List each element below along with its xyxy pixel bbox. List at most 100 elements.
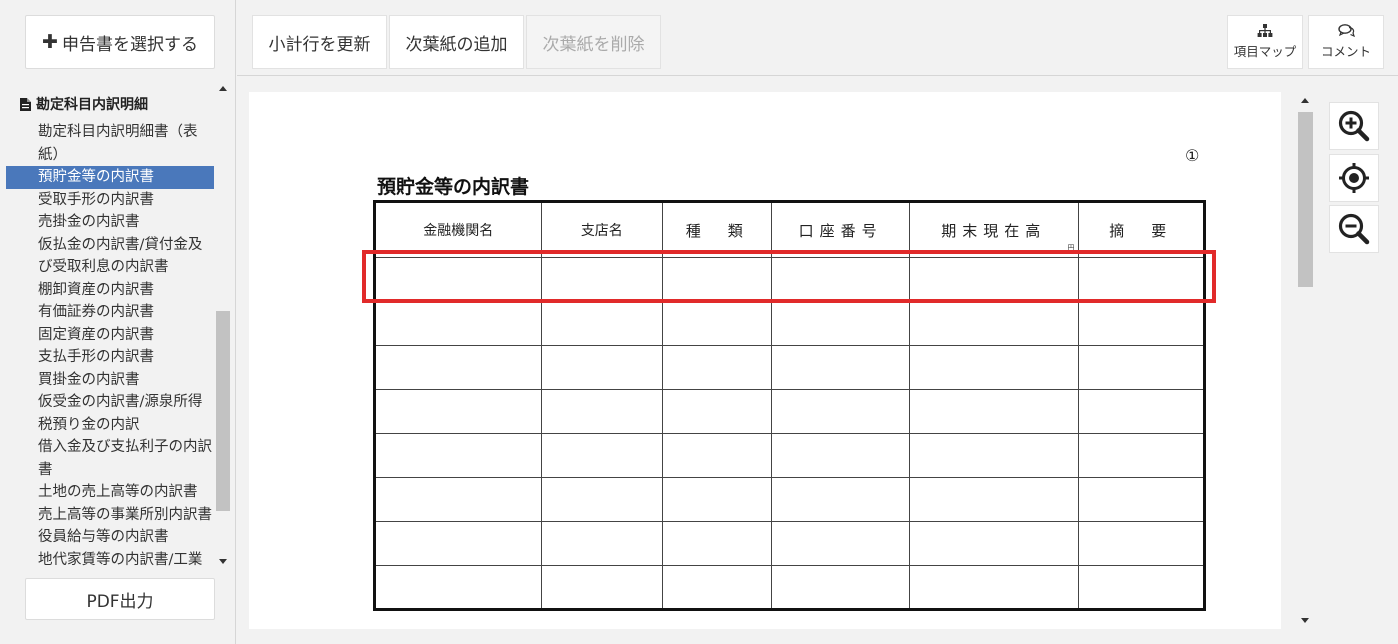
table-cell[interactable] <box>540 433 664 478</box>
tree-item[interactable]: 土地の売上高等の内訳書 <box>6 481 214 504</box>
delete-sheet-button[interactable]: 次葉紙を削除 <box>526 15 661 69</box>
table-cell[interactable] <box>908 389 1079 434</box>
table-cell[interactable] <box>1077 301 1206 346</box>
zoom-out-button[interactable] <box>1329 205 1379 253</box>
table-cell[interactable] <box>771 345 910 390</box>
select-form-label: 申告書を選択する <box>61 34 198 55</box>
select-form-button[interactable]: ✚ 申告書を選択する <box>25 15 215 69</box>
scroll-down-arrow-icon[interactable] <box>219 559 227 564</box>
comment-button[interactable]: コメント <box>1308 15 1384 69</box>
table-cell[interactable] <box>1077 257 1206 302</box>
table-row[interactable] <box>374 521 1206 566</box>
tree-item[interactable]: 役員給与等の内訳書 <box>6 526 214 549</box>
doc-scroll-up-arrow-icon[interactable] <box>1301 98 1309 103</box>
table-row[interactable] <box>374 389 1206 434</box>
tree-item[interactable]: 有価証券の内訳書 <box>6 301 214 324</box>
table-cell[interactable] <box>771 257 910 302</box>
table-cell[interactable] <box>662 433 773 478</box>
table-cell[interactable] <box>540 301 664 346</box>
table-cell[interactable] <box>771 389 910 434</box>
table-cell[interactable] <box>540 521 664 566</box>
table-cell[interactable] <box>1077 345 1206 390</box>
tree-item[interactable]: 預貯金等の内訳書 <box>6 166 214 189</box>
scroll-up-arrow-icon[interactable] <box>219 86 227 91</box>
document-icon <box>20 97 31 111</box>
table-cell[interactable] <box>662 345 773 390</box>
crosshair-icon <box>1339 163 1369 193</box>
table-cell[interactable] <box>374 301 542 346</box>
table-cell[interactable] <box>540 477 664 522</box>
table-row[interactable] <box>374 433 1206 478</box>
form-tree: 勘定科目内訳明細 勘定科目内訳明細書（表紙） 預貯金等の内訳書 受取手形の内訳書 売掛… <box>6 82 232 570</box>
document-scrollbar[interactable] <box>1295 92 1315 629</box>
table-cell[interactable] <box>908 345 1079 390</box>
tree-item[interactable]: 仮払金の内訳書/貸付金及び受取利息の内訳書 <box>6 234 214 279</box>
table-cell[interactable] <box>540 345 664 390</box>
tree-header[interactable]: 勘定科目内訳明細 <box>20 94 148 114</box>
table-cell[interactable] <box>908 433 1079 478</box>
table-cell[interactable] <box>540 257 664 302</box>
center-button[interactable] <box>1329 154 1379 202</box>
sidebar-scrollbar[interactable] <box>214 82 232 570</box>
tree-item[interactable]: 売掛金の内訳書 <box>6 211 214 234</box>
table-row[interactable] <box>374 301 1206 346</box>
document-title: 預貯金等の内訳書 <box>377 176 530 198</box>
table-cell[interactable] <box>1077 477 1206 522</box>
table-cell[interactable] <box>374 433 542 478</box>
tree-item[interactable]: 買掛金の内訳書 <box>6 369 214 392</box>
column-header-remarks: 摘 要 <box>1077 201 1206 258</box>
doc-scroll-down-arrow-icon[interactable] <box>1301 618 1309 623</box>
scroll-thumb[interactable] <box>216 311 230 511</box>
table-cell[interactable] <box>1077 389 1206 434</box>
table-cell[interactable] <box>1077 565 1206 610</box>
table-cell[interactable] <box>771 521 910 566</box>
sidebar: ✚ 申告書を選択する 勘定科目内訳明細 勘定科目内訳明細書（表紙） 預貯金等の内訳… <box>0 0 236 644</box>
doc-scroll-thumb[interactable] <box>1298 112 1313 287</box>
table-row[interactable] <box>374 257 1206 302</box>
tree-item[interactable]: 勘定科目内訳明細書（表紙） <box>6 121 214 166</box>
table-cell[interactable] <box>662 301 773 346</box>
table-cell[interactable] <box>662 389 773 434</box>
table-cell[interactable] <box>374 565 542 610</box>
tree-item[interactable]: 棚卸資産の内訳書 <box>6 279 214 302</box>
table-cell[interactable] <box>374 345 542 390</box>
tree-item[interactable]: 受取手形の内訳書 <box>6 189 214 212</box>
table-cell[interactable] <box>374 477 542 522</box>
table-cell[interactable] <box>771 565 910 610</box>
table-row[interactable] <box>374 565 1206 610</box>
item-map-button[interactable]: 項目マップ <box>1227 15 1303 69</box>
tree-item[interactable]: 仮受金の内訳書/源泉所得税預り金の内訳 <box>6 391 214 436</box>
table-cell[interactable] <box>908 521 1079 566</box>
table-cell[interactable] <box>1077 433 1206 478</box>
tree-item[interactable]: 支払手形の内訳書 <box>6 346 214 369</box>
column-header-branch: 支店名 <box>540 201 664 258</box>
table-row[interactable] <box>374 345 1206 390</box>
table-cell[interactable] <box>908 565 1079 610</box>
table-cell[interactable] <box>374 521 542 566</box>
table-cell[interactable] <box>662 477 773 522</box>
add-sheet-button[interactable]: 次葉紙の追加 <box>389 15 524 69</box>
table-cell[interactable] <box>771 301 910 346</box>
table-cell[interactable] <box>771 477 910 522</box>
table-cell[interactable] <box>1077 521 1206 566</box>
column-header-bank: 金融機関名 <box>374 201 542 258</box>
table-cell[interactable] <box>771 433 910 478</box>
tree-item[interactable]: 借入金及び支払利子の内訳書 <box>6 436 214 481</box>
tree-item[interactable]: 地代家賃等の内訳書/工業 <box>6 549 214 571</box>
table-cell[interactable] <box>662 565 773 610</box>
table-cell[interactable] <box>662 257 773 302</box>
pdf-output-button[interactable]: PDF出力 <box>25 578 215 620</box>
table-cell[interactable] <box>540 389 664 434</box>
table-cell[interactable] <box>662 521 773 566</box>
update-subtotal-button[interactable]: 小計行を更新 <box>252 15 387 69</box>
table-cell[interactable] <box>908 477 1079 522</box>
table-cell[interactable] <box>374 389 542 434</box>
table-cell[interactable] <box>908 257 1079 302</box>
zoom-in-button[interactable] <box>1329 102 1379 150</box>
table-cell[interactable] <box>374 257 542 302</box>
table-row[interactable] <box>374 477 1206 522</box>
table-cell[interactable] <box>908 301 1079 346</box>
tree-item[interactable]: 固定資産の内訳書 <box>6 324 214 347</box>
tree-item[interactable]: 売上高等の事業所別内訳書 <box>6 504 214 527</box>
table-cell[interactable] <box>540 565 664 610</box>
